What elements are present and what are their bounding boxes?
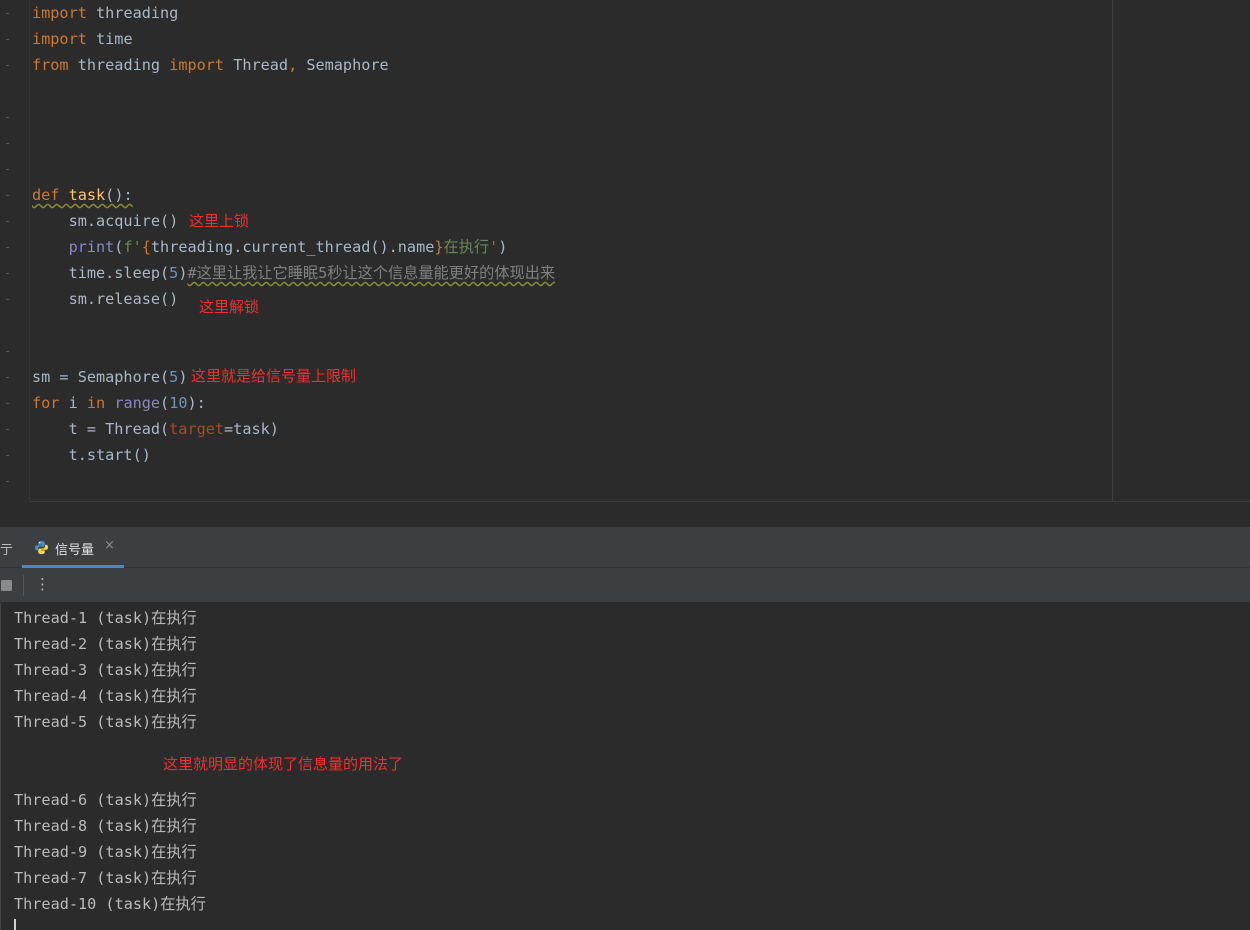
keyword: for	[32, 394, 60, 412]
comment: #这里让我让它睡眠5秒让这个信息量能更好的体现出来	[187, 264, 556, 282]
code-line-def-task[interactable]: def task():	[32, 182, 133, 208]
fstring-expression: threading.current_thread().name	[150, 238, 435, 256]
keyword: import	[169, 56, 225, 74]
keyword: in	[86, 394, 106, 412]
annotation-semaphore-effect: 这里就明显的体现了信息量的用法了	[163, 755, 404, 773]
brace: }	[434, 238, 444, 256]
assignment: sm = Semaphore(	[32, 368, 170, 386]
annotation-unlock: 这里解锁	[199, 298, 260, 316]
more-vertical-icon[interactable]: ⋮	[35, 575, 50, 593]
code-line-for[interactable]: for i in range(10):	[32, 390, 206, 416]
console-line: Thread-7 (task)在执行	[14, 869, 197, 887]
console-line: Thread-10 (task)在执行	[14, 895, 206, 913]
number: 5	[169, 264, 179, 282]
module-name: time	[86, 30, 133, 48]
console-line: Thread-4 (task)在执行	[14, 687, 197, 705]
argument-value: =task)	[224, 420, 279, 438]
console-left-border	[0, 603, 1, 930]
console-line: Thread-3 (task)在执行	[14, 661, 197, 679]
annotation-lock: 这里上锁	[189, 212, 250, 230]
run-toolbar: ⋮	[0, 568, 1250, 603]
call: time.sleep(	[32, 264, 170, 282]
gutter-mark	[6, 403, 9, 404]
gutter-mark	[6, 481, 9, 482]
brace: {	[141, 238, 151, 256]
code-line-import-time[interactable]: import time	[32, 26, 133, 52]
tab-label: 信号量	[55, 543, 95, 558]
code-editor[interactable]: import threading import time from thread…	[0, 0, 1250, 502]
gutter-mark	[6, 117, 9, 118]
function-name: task	[68, 186, 106, 204]
code-line-sleep[interactable]: time.sleep(5)#这里让我让它睡眠5秒让这个信息量能更好的体现出来	[32, 260, 556, 286]
gutter-mark	[6, 65, 9, 66]
code-line-import-threading[interactable]: import threading	[32, 0, 178, 26]
annotation-limit: 这里就是给信号量上限制	[191, 367, 357, 385]
code-line-release[interactable]: sm.release()	[32, 286, 179, 312]
module-name: threading	[68, 56, 170, 74]
gutter-mark	[6, 429, 9, 430]
import-name: Thread	[224, 56, 289, 74]
variable: i	[59, 394, 87, 412]
paren: )	[498, 238, 508, 256]
code-line-thread[interactable]: t = Thread(target=task)	[32, 416, 279, 442]
keyword: def	[32, 186, 60, 204]
paren: ):	[187, 394, 206, 412]
paren: (	[160, 394, 170, 412]
code-line-start[interactable]: t.start()	[32, 442, 151, 468]
builtin-print: print	[68, 238, 115, 256]
gutter-mark	[6, 143, 9, 144]
gutter-mark	[6, 351, 9, 352]
gutter-mark	[6, 169, 9, 170]
builtin-range: range	[114, 394, 161, 412]
keyword-argument: target	[169, 420, 225, 438]
panel-splitter[interactable]	[0, 503, 1250, 527]
keyword: import	[32, 30, 87, 48]
text-caret	[14, 919, 16, 930]
python-icon	[34, 540, 49, 555]
line-gutter	[0, 0, 30, 502]
code-line-from-import[interactable]: from threading import Thread, Semaphore	[32, 52, 389, 78]
gutter-mark	[6, 195, 9, 196]
keyword: from	[32, 56, 69, 74]
gutter-mark	[6, 377, 9, 378]
keyword: import	[32, 4, 87, 22]
import-name: Semaphore	[297, 56, 389, 74]
stop-icon[interactable]	[1, 580, 12, 591]
toolbar-separator	[23, 575, 24, 596]
code-line-semaphore[interactable]: sm = Semaphore(5)	[32, 364, 187, 390]
comma: ,	[288, 56, 298, 74]
gutter-mark	[6, 455, 9, 456]
code-line-acquire[interactable]: sm.acquire()	[32, 208, 179, 234]
number: 5	[169, 368, 179, 386]
module-name: threading	[86, 4, 179, 22]
right-margin-guide	[1112, 0, 1113, 502]
gutter-mark	[6, 13, 9, 14]
number: 10	[169, 394, 188, 412]
console-line: Thread-8 (task)在执行	[14, 817, 197, 835]
console-line: Thread-6 (task)在执行	[14, 791, 197, 809]
console-line: Thread-1 (task)在执行	[14, 609, 197, 627]
assignment: t = Thread(	[32, 420, 170, 438]
console-line: Thread-5 (task)在执行	[14, 713, 197, 731]
run-tool-tabs: 亍 信号量 ×	[0, 527, 1250, 568]
console-line: Thread-9 (task)在执行	[14, 843, 197, 861]
gutter-mark	[6, 247, 9, 248]
string-text: 在执行'	[443, 238, 499, 256]
close-icon[interactable]: ×	[104, 538, 115, 553]
tab-run-cut[interactable]: 亍	[0, 539, 13, 558]
gutter-mark	[6, 39, 9, 40]
gutter-mark	[6, 221, 9, 222]
parens: ():	[105, 186, 133, 204]
run-console[interactable]: Thread-1 (task)在执行 Thread-2 (task)在执行 Th…	[0, 603, 1250, 930]
paren: )	[178, 368, 188, 386]
gutter-mark	[6, 299, 9, 300]
tab-semaphore[interactable]: 信号量 ×	[22, 527, 124, 568]
console-line: Thread-2 (task)在执行	[14, 635, 197, 653]
fstring-prefix: f'	[123, 238, 142, 256]
code-line-print[interactable]: print(f'{threading.current_thread().name…	[32, 234, 508, 260]
gutter-mark	[6, 273, 9, 274]
